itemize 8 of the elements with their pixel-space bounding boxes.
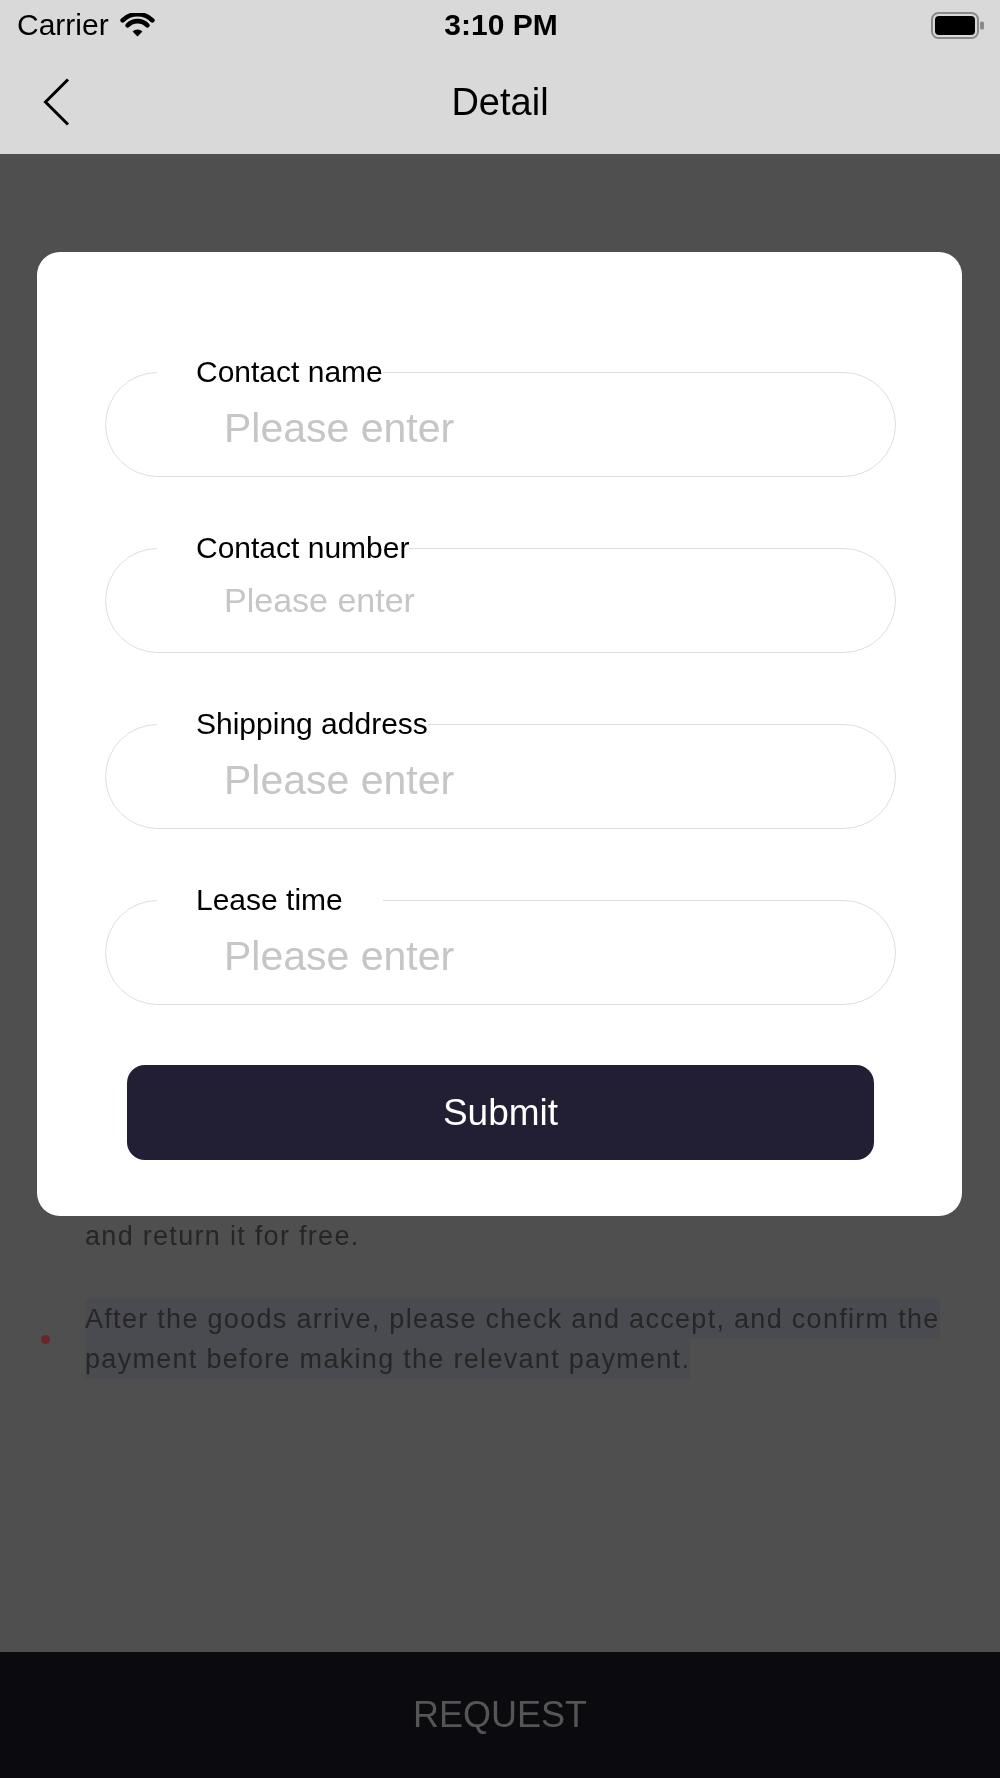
carrier-label: Carrier xyxy=(17,8,109,42)
wifi-icon xyxy=(119,13,155,37)
bullet-icon xyxy=(41,1334,50,1344)
clock-time: 3:10 PM xyxy=(444,8,558,42)
back-icon[interactable] xyxy=(43,78,70,126)
page-title: Detail xyxy=(451,80,549,124)
submit-button[interactable]: Submit xyxy=(127,1065,874,1160)
battery-icon xyxy=(931,11,985,39)
